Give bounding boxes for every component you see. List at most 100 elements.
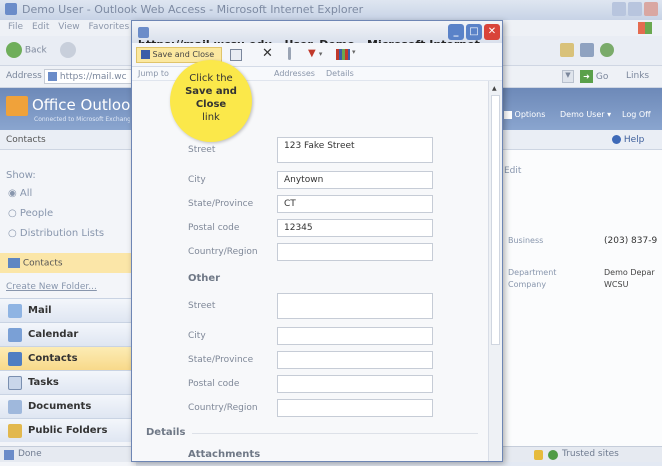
save-disk-icon [141,50,150,59]
logoff-link[interactable]: Log Off [622,110,651,119]
tutorial-callout: Click the Save and Close link [170,60,252,142]
details-link[interactable]: Details [326,69,354,78]
scroll-thumb[interactable] [491,95,500,345]
city-label: City [188,175,206,185]
help-link[interactable]: Help [612,135,644,145]
other-street-label: Street [188,301,216,311]
page-icon [48,72,57,81]
other-country-label: Country/Region [188,403,258,413]
owa-reading-pane: Edit Business (203) 837-9 Department Dem… [500,150,662,446]
other-heading: Other [188,273,221,284]
flag-icon[interactable]: ▼ ▾ [308,48,322,59]
business-label: Business [508,236,544,245]
show-label: Show: [6,170,36,181]
other-country-input[interactable] [277,399,433,417]
other-state-input[interactable] [277,351,433,369]
help-icon [612,135,621,144]
favorites-icon[interactable] [560,43,574,57]
nav-mail[interactable]: Mail [0,298,136,322]
calendar-icon [8,328,22,342]
documents-icon [8,400,22,414]
address-input[interactable]: https://mail.wc [44,69,134,84]
categories-dropdown-icon[interactable]: ▾ [352,48,356,56]
other-postal-code-label: Postal code [188,379,240,389]
ie-icon [5,3,17,15]
scroll-up-arrow-icon[interactable]: ▲ [492,85,497,92]
delete-icon[interactable]: ✕ [262,46,273,61]
user-menu[interactable]: Demo User ▾ [560,110,611,119]
jump-to-label: Jump to [138,69,169,78]
messenger-icon[interactable] [600,43,614,57]
attachments-heading: Attachments [188,449,261,460]
create-new-folder-link[interactable]: Create New Folder... [6,282,97,292]
nav-public-folders[interactable]: Public Folders [0,418,136,442]
popup-title-bar: https://mail.wcsu.edu - User, Demo - Mic… [132,21,502,51]
filter-all[interactable]: ◉ All [8,188,32,199]
street-input[interactable]: 123 Fake Street [277,137,433,163]
office-logo-icon [6,96,28,116]
mail-icon [8,304,22,318]
contacts-icon [8,352,22,366]
edit-link[interactable]: Edit [504,166,521,176]
other-city-input[interactable] [277,327,433,345]
owa-left-pane: Show: ◉ All ○ People ○ Distribution List… [0,150,136,466]
details-heading: Details [146,427,186,438]
filter-people[interactable]: ○ People [8,208,53,219]
nav-calendar[interactable]: Calendar [0,322,136,346]
categories-icon[interactable] [336,49,350,60]
trusted-sites-label: Trusted sites [562,449,619,459]
nav-tasks[interactable]: Tasks [0,370,136,394]
done-icon [4,450,14,460]
department-label: Department [508,268,557,277]
popup-toolbar: Save and Close ✕ ▼ ▾ ▾ [132,43,502,67]
options-button[interactable]: Options [504,110,545,119]
minimize-button[interactable]: _ [448,24,464,40]
menu-favorites[interactable]: Favorites [88,22,129,32]
back-button[interactable]: Back [6,42,47,58]
go-button[interactable]: ➜ Go [580,70,608,83]
public-folders-icon [8,424,22,438]
filter-distribution-lists[interactable]: ○ Distribution Lists [8,228,104,239]
popup-ie-icon [138,26,149,38]
country-input[interactable] [277,243,433,261]
forward-button[interactable] [60,42,76,58]
other-city-label: City [188,331,206,341]
bg-maximize-button[interactable] [628,2,642,16]
popup-scrollbar[interactable]: ▲ [488,81,502,461]
addresses-link[interactable]: Addresses [274,69,315,78]
company-label: Company [508,280,547,289]
owa-brand-sub: Connected to Microsoft Exchange [34,116,130,123]
other-street-input[interactable] [277,293,433,319]
menu-edit[interactable]: Edit [32,22,49,32]
address-dropdown-icon[interactable]: ▼ [562,70,574,83]
nav-contacts[interactable]: Contacts [0,346,136,370]
business-value: (203) 837-9 [604,236,658,246]
bg-close-button[interactable] [644,2,658,16]
other-postal-code-input[interactable] [277,375,433,393]
links-label[interactable]: Links [626,71,649,81]
state-input[interactable]: CT [277,195,433,213]
print-icon[interactable] [580,43,594,57]
close-button[interactable]: ✕ [484,24,500,40]
postal-code-input[interactable]: 12345 [277,219,433,237]
city-input[interactable]: Anytown [277,171,433,189]
trusted-sites-icon [548,450,558,460]
lock-icon [534,450,543,460]
print-contact-icon[interactable] [230,49,242,61]
maximize-button[interactable]: □ [466,24,482,40]
menu-file[interactable]: File [8,22,23,32]
details-divider [192,433,478,434]
popup-form-body: Street 123 Fake Street City Anytown Stat… [132,81,488,461]
state-label: State/Province [188,199,254,209]
department-value: Demo Depar [604,268,655,277]
country-label: Country/Region [188,247,258,257]
attach-icon[interactable] [288,47,291,60]
bg-minimize-button[interactable] [612,2,626,16]
windows-logo-icon [638,22,652,34]
menu-view[interactable]: View [58,22,79,32]
company-value: WCSU [604,280,629,289]
current-folder-contacts[interactable]: Contacts [0,253,136,273]
nav-documents[interactable]: Documents [0,394,136,418]
street-label: Street [188,145,216,155]
background-window-title: Demo User - Outlook Web Access - Microso… [0,0,662,20]
